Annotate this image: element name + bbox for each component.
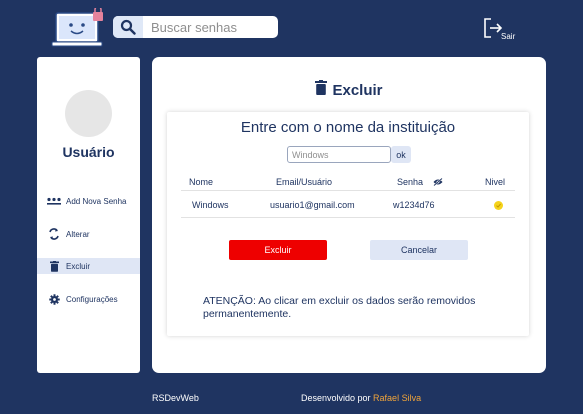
cancel-button[interactable]: Cancelar [370, 240, 468, 260]
table-header: Nome Email/Usuário Senha Nivel [181, 176, 515, 191]
cell-nome: Windows [192, 200, 229, 210]
logout-button[interactable]: Sair [482, 16, 524, 44]
search-input[interactable] [143, 17, 273, 37]
column-header: Email/Usuário [276, 177, 333, 187]
level-indicator-icon [494, 201, 503, 212]
eye-off-icon[interactable] [433, 177, 443, 188]
search-bar [113, 16, 278, 38]
footer-brand: RSDevWeb [152, 393, 199, 403]
sidebar: Usuário Add Nova Senha Alterar Excluir C… [37, 57, 140, 373]
form-heading: Entre com o nome da instituição [240, 119, 456, 136]
column-header: Nome [189, 177, 214, 187]
sidebar-item-configuracoes[interactable]: Configurações [37, 291, 140, 307]
cell-email: usuario1@gmail.com [270, 200, 355, 210]
trash-icon [46, 259, 62, 273]
institution-input[interactable] [287, 146, 391, 163]
avatar [65, 90, 112, 137]
sidebar-item-add-password[interactable]: Add Nova Senha [37, 193, 140, 209]
user-name: Usuário [62, 144, 115, 160]
sidebar-item-label: Add Nova Senha [66, 196, 127, 206]
footer-credit: Desenvolvido por Rafael Silva [301, 393, 421, 403]
table-row[interactable]: Windows usuario1@gmail.com w1234d76 [181, 191, 515, 218]
sidebar-item-label: Alterar [66, 229, 90, 239]
trash-icon [315, 80, 328, 100]
search-icon[interactable] [113, 16, 143, 38]
sidebar-item-label: Excluir [66, 261, 91, 271]
page-title-text: Excluir [332, 81, 383, 99]
sidebar-item-label: Configurações [66, 294, 118, 304]
gear-icon [46, 292, 62, 306]
app-logo [50, 5, 110, 50]
password-table: Nome Email/Usuário Senha Nivel Windows u… [181, 176, 515, 218]
delete-button[interactable]: Excluir [229, 240, 327, 260]
warning-message: ATENÇÃO: Ao clicar em excluir os dados s… [203, 295, 476, 320]
swap-icon [46, 227, 62, 241]
author-link[interactable]: Rafael Silva [373, 393, 421, 403]
dots-icon [46, 194, 62, 208]
column-header: Senha [397, 177, 424, 187]
cell-senha: w1234d76 [393, 200, 435, 210]
delete-form-card: Entre com o nome da instituição ok Nome … [167, 112, 529, 336]
column-header: Nivel [485, 177, 506, 187]
page-title: Excluir [152, 80, 546, 100]
main-panel: Excluir Entre com o nome da instituição … [152, 57, 546, 373]
logout-label: Sair [501, 32, 516, 41]
footer-credit-prefix: Desenvolvido por [301, 393, 374, 403]
ok-button[interactable]: ok [391, 146, 411, 163]
sidebar-item-excluir[interactable]: Excluir [37, 258, 140, 274]
sidebar-item-alterar[interactable]: Alterar [37, 226, 140, 242]
